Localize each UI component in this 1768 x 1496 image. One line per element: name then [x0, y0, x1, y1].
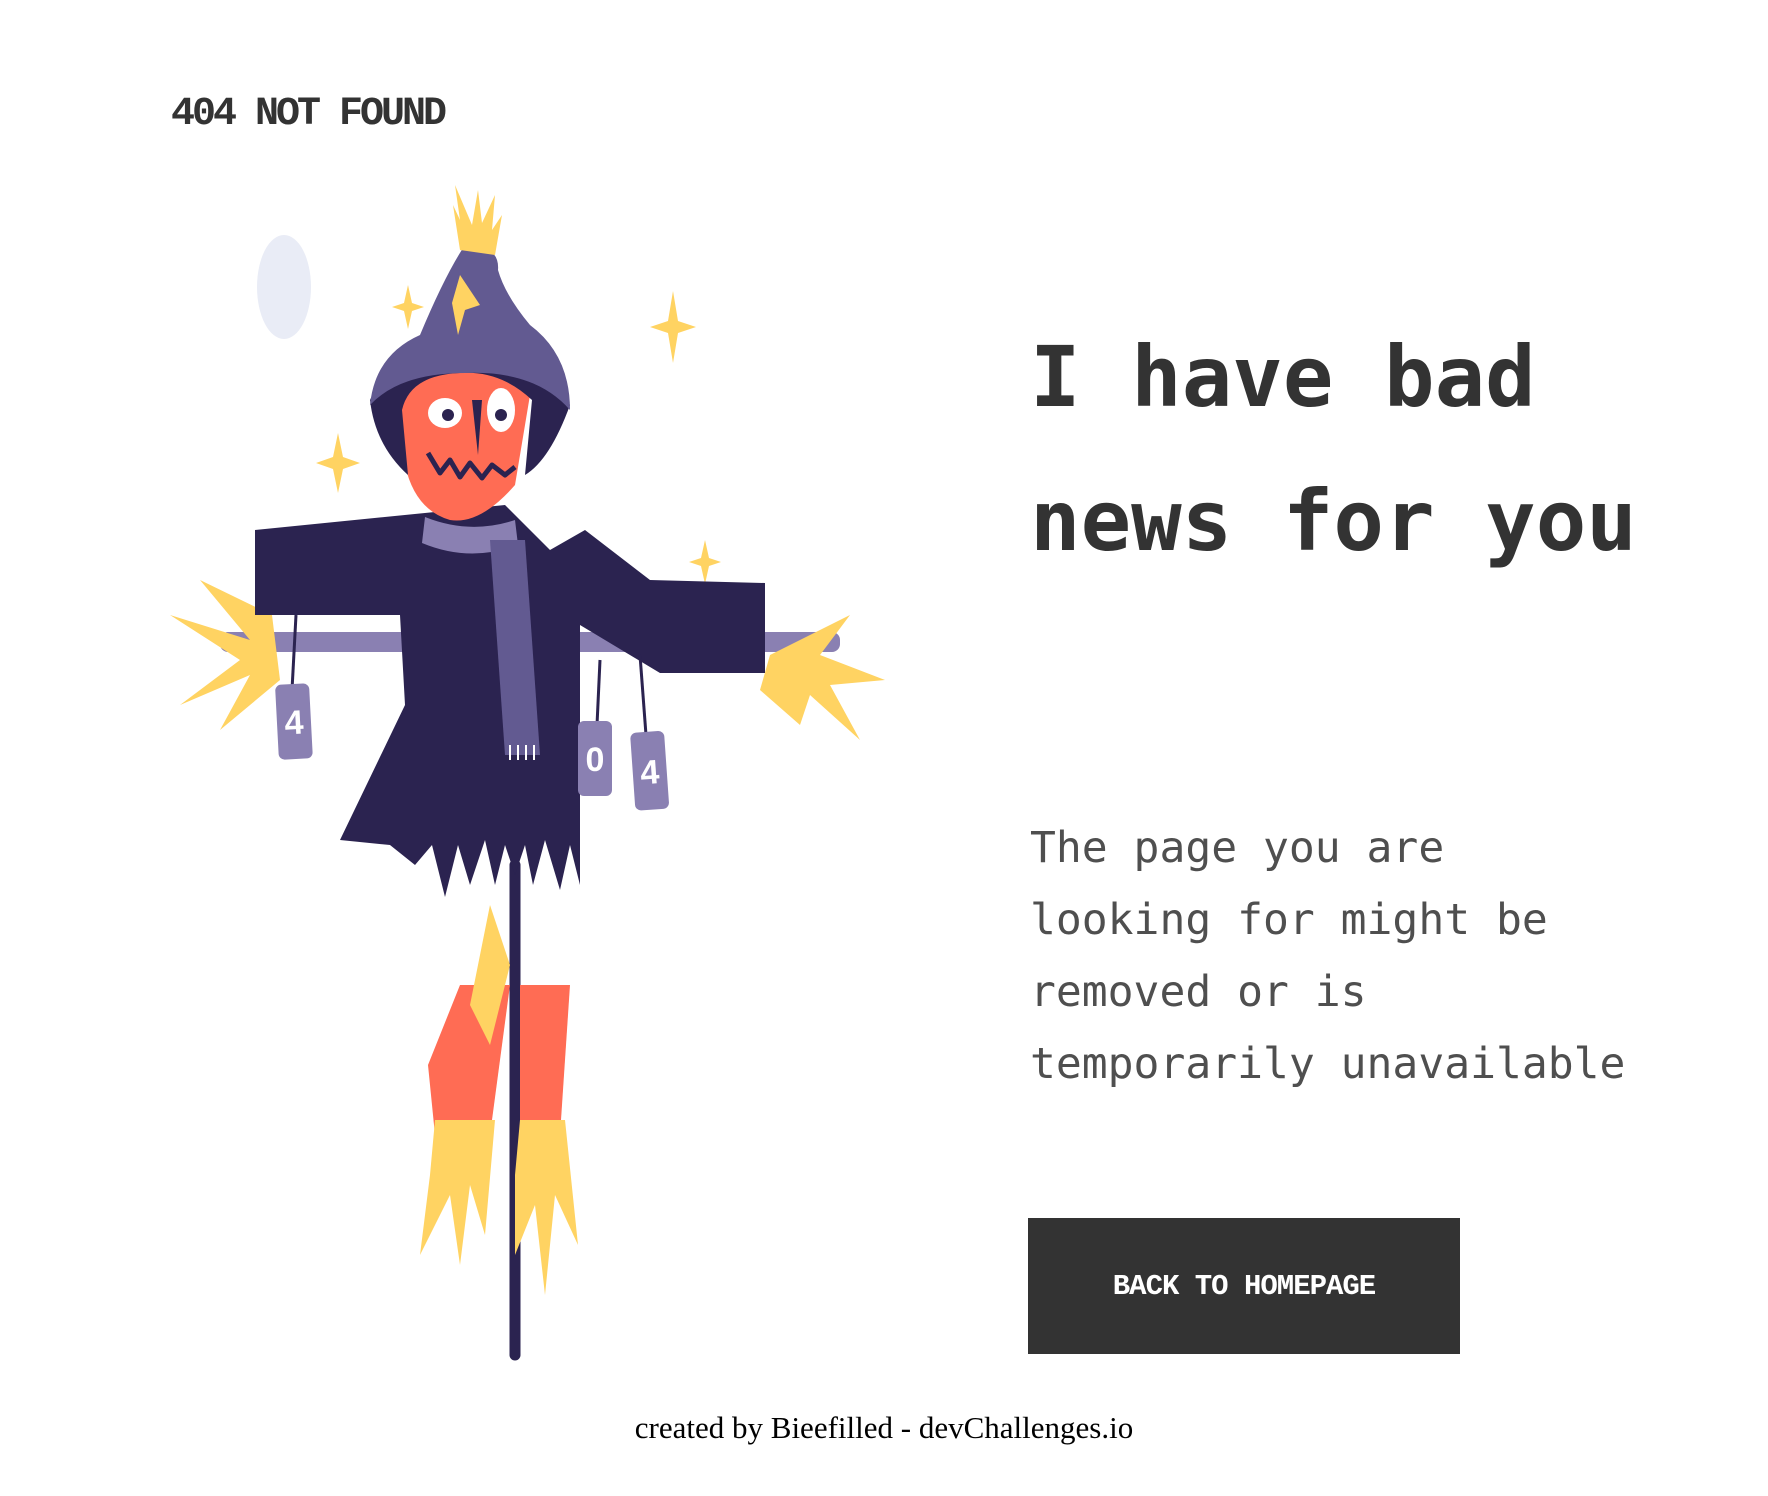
footer-credit: created by Bieefilled - devChallenges.io: [0, 1410, 1768, 1446]
can-label: 0: [586, 741, 605, 779]
moon-shape: [257, 235, 311, 339]
author-link[interactable]: Bieefilled: [771, 1410, 893, 1445]
can-4-right: 4: [630, 731, 669, 811]
back-to-homepage-button[interactable]: BACK TO HOMEPAGE: [1028, 1218, 1460, 1354]
devchallenges-link[interactable]: devChallenges.io: [919, 1410, 1133, 1445]
can-4-left: 4: [275, 683, 313, 760]
footer-prefix: created by: [634, 1410, 771, 1445]
scarecrow-illustration: 4 0 4: [170, 185, 885, 1361]
can-label: 4: [639, 753, 661, 792]
brand-title: 404 NOT FOUND: [171, 92, 447, 137]
straw-feet: [420, 1120, 578, 1295]
footer-separator: -: [893, 1410, 919, 1445]
headline: I have bad news for you: [1030, 328, 1637, 570]
hat-straw: [453, 185, 502, 255]
can-0: 0: [578, 721, 612, 796]
leg-right: [520, 985, 570, 1135]
error-message: The page you are looking for might be re…: [1030, 823, 1626, 1089]
can-label: 4: [284, 704, 305, 743]
